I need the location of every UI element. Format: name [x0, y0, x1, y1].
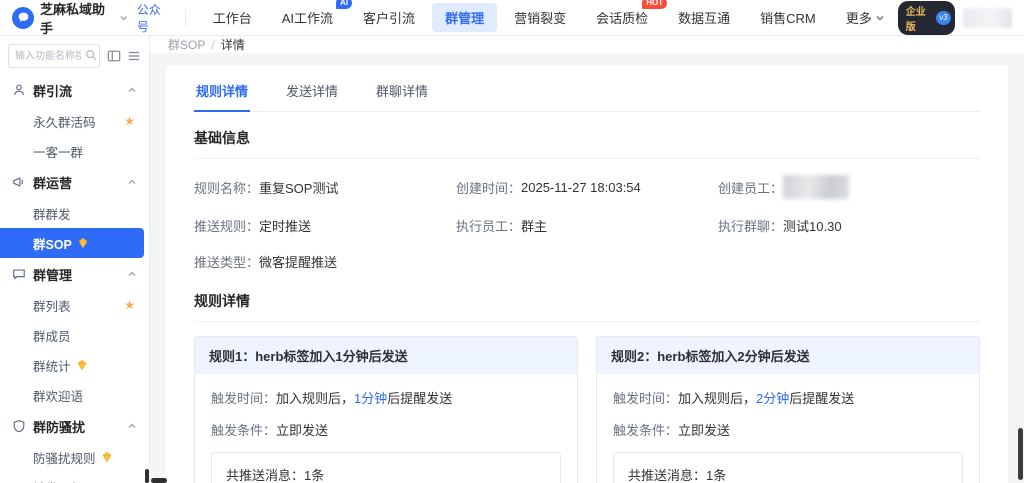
sidebar: 群引流 永久群活码 ★ 一客一群 群运营 群群发 — [0, 36, 150, 483]
field-push-rule: 推送规则： 定时推送 — [194, 216, 456, 235]
edition-badge[interactable]: 企业版 v3 — [898, 1, 955, 35]
edition-label: 企业版 — [906, 3, 934, 33]
rule-1-trigger-condition: 触发条件：立即发送 — [211, 420, 561, 439]
search-icon — [85, 49, 97, 61]
account-type-link[interactable]: 公众号 — [137, 1, 171, 35]
sidebar-item-permanent-group-qr[interactable]: 永久群活码 ★ — [0, 106, 149, 136]
gem-icon — [101, 451, 113, 463]
star-icon: ★ — [124, 114, 135, 128]
nav-item-workbench[interactable]: 工作台 — [200, 3, 265, 32]
topbar-right: 企业版 v3 — [898, 1, 1012, 35]
sidebar-item-group-statistics[interactable]: 群统计 — [0, 350, 149, 380]
sidebar-item-anti-spam-rules[interactable]: 防骚扰规则 — [0, 442, 149, 472]
field-push-type: 推送类型： 微客提醒推送 — [194, 252, 456, 271]
main-content: 群SOP / 详情 规则详情 发送详情 群聊详情 基础信息 规则名称： 重复SO… — [150, 36, 1024, 483]
tab-group-chat-detail[interactable]: 群聊详情 — [374, 79, 430, 111]
rule-1-trigger-time: 触发时间：加入规则后，1分钟后提醒发送 — [211, 388, 561, 407]
breadcrumb-parent[interactable]: 群SOP — [168, 36, 205, 53]
sidebar-scrollbar[interactable] — [145, 469, 149, 483]
rule-1-message-box: 共推送消息：1条 文案：herb标签加入1分钟后发送 — [211, 452, 561, 483]
sidebar-item-trigger-details[interactable]: 触发明细 — [0, 472, 149, 483]
chat-icon — [12, 267, 26, 281]
nav-item-conversation-qc[interactable]: 会话质检HOT — [583, 3, 661, 32]
tab-send-detail[interactable]: 发送详情 — [284, 79, 340, 111]
nav-item-marketing-fission[interactable]: 营销裂变 — [501, 3, 579, 32]
chevron-down-icon — [119, 13, 128, 23]
field-rule-name: 规则名称： 重复SOP测试 — [194, 178, 456, 197]
rules-row: 规则1：herb标签加入1分钟后发送 触发时间：加入规则后，1分钟后提醒发送 触… — [194, 336, 980, 483]
creator-redacted-image — [783, 175, 849, 199]
search-box — [8, 44, 101, 68]
chevron-down-icon — [875, 13, 885, 23]
chevron-up-icon — [127, 269, 137, 279]
app-window: 芝麻私域助手 公众号 工作台 AI工作流AI 客户引流 群管理 营销裂变 会话质… — [0, 0, 1024, 483]
star-icon: ★ — [124, 298, 135, 312]
megaphone-icon — [12, 175, 26, 189]
rule-2-message-box: 共推送消息：1条 文案：herb标签加入2分钟后发送 — [613, 452, 963, 483]
breadcrumb-separator: / — [211, 38, 214, 52]
rule-1-title: 规则1：herb标签加入1分钟后发送 — [195, 337, 577, 374]
person-icon — [12, 83, 26, 97]
sidebar-item-group-mass-send[interactable]: 群群发 — [0, 198, 149, 228]
panel-collapse-icon[interactable] — [107, 49, 121, 63]
sidebar-item-group-sop[interactable]: 群SOP — [0, 228, 144, 258]
sidebar-menu: 群引流 永久群活码 ★ 一客一群 群运营 群群发 — [0, 74, 149, 483]
vertical-scrollbar[interactable] — [1018, 428, 1023, 480]
basic-info-grid: 规则名称： 重复SOP测试 创建时间： 2025-11-27 18:03:54 … — [194, 175, 980, 271]
nav-item-data-exchange[interactable]: 数据互通 — [665, 3, 743, 32]
app-logo-icon — [12, 7, 34, 29]
detail-card: 规则详情 发送详情 群聊详情 基础信息 规则名称： 重复SOP测试 创建时间： … — [166, 65, 1008, 483]
product-name: 芝麻私域助手 — [40, 0, 113, 37]
chevron-up-icon — [127, 85, 137, 95]
nav-item-group-management[interactable]: 群管理 — [432, 3, 497, 32]
layout: 群引流 永久群活码 ★ 一客一群 群运营 群群发 — [0, 36, 1024, 483]
brand[interactable]: 芝麻私域助手 公众号 — [12, 0, 171, 37]
nav-item-sales-crm[interactable]: 销售CRM — [747, 3, 829, 32]
sidebar-item-group-list[interactable]: 群列表 ★ — [0, 290, 149, 320]
divider — [194, 321, 980, 322]
rule-card-2: 规则2：herb标签加入2分钟后发送 触发时间：加入规则后，2分钟后提醒发送 触… — [596, 336, 980, 483]
sidebar-item-group-welcome[interactable]: 群欢迎语 — [0, 380, 149, 410]
nav-item-customer-acquisition[interactable]: 客户引流 — [350, 3, 428, 32]
sidebar-group-operation[interactable]: 群运营 — [0, 166, 149, 198]
topbar: 芝麻私域助手 公众号 工作台 AI工作流AI 客户引流 群管理 营销裂变 会话质… — [0, 0, 1024, 36]
sidebar-item-group-members[interactable]: 群成员 — [0, 320, 149, 350]
rule-2-trigger-condition: 触发条件：立即发送 — [613, 420, 963, 439]
field-executor: 执行员工： 群主 — [456, 216, 718, 235]
hot-badge: HOT — [642, 0, 667, 9]
detail-tabs: 规则详情 发送详情 群聊详情 — [194, 79, 980, 112]
tab-rule-detail[interactable]: 规则详情 — [194, 79, 250, 112]
field-create-time: 创建时间： 2025-11-27 18:03:54 — [456, 178, 718, 197]
nav-item-more[interactable]: 更多 — [833, 3, 898, 32]
user-avatar[interactable] — [963, 8, 1012, 28]
top-navigation: 工作台 AI工作流AI 客户引流 群管理 营销裂变 会话质检HOT 数据互通 销… — [200, 3, 898, 32]
chevron-up-icon — [127, 177, 137, 187]
breadcrumb-current: 详情 — [221, 36, 245, 53]
basic-info-title: 基础信息 — [194, 128, 980, 148]
rule-2-message-count: 共推送消息：1条 — [628, 465, 948, 483]
field-exec-group: 执行群聊： 测试10.30 — [718, 216, 980, 235]
rule-2-trigger-time: 触发时间：加入规则后，2分钟后提醒发送 — [613, 388, 963, 407]
divider — [194, 158, 980, 159]
rule-2-title: 规则2：herb标签加入2分钟后发送 — [597, 337, 979, 374]
edition-version-chip: v3 — [936, 11, 950, 25]
breadcrumb: 群SOP / 详情 — [150, 36, 1024, 53]
nav-item-ai-workflow[interactable]: AI工作流AI — [269, 3, 346, 32]
sidebar-group-management[interactable]: 群管理 — [0, 258, 149, 290]
menu-layout-icon[interactable] — [127, 49, 141, 63]
horizontal-scrollbar[interactable] — [151, 478, 167, 483]
rule-1-message-count: 共推送消息：1条 — [226, 465, 546, 483]
gem-icon — [77, 237, 89, 249]
sidebar-item-one-customer-one-group[interactable]: 一客一群 — [0, 136, 149, 166]
topbar-divider — [185, 10, 186, 26]
gem-icon — [76, 359, 88, 371]
sidebar-search-row — [0, 44, 149, 74]
rule-card-1: 规则1：herb标签加入1分钟后发送 触发时间：加入规则后，1分钟后提醒发送 触… — [194, 336, 578, 483]
sidebar-group-anti-spam[interactable]: 群防骚扰 — [0, 410, 149, 442]
chevron-up-icon — [127, 421, 137, 431]
sidebar-group-acquisition[interactable]: 群引流 — [0, 74, 149, 106]
rules-section-title: 规则详情 — [194, 291, 980, 311]
field-creator: 创建员工： — [718, 175, 980, 199]
shield-icon — [12, 419, 26, 433]
